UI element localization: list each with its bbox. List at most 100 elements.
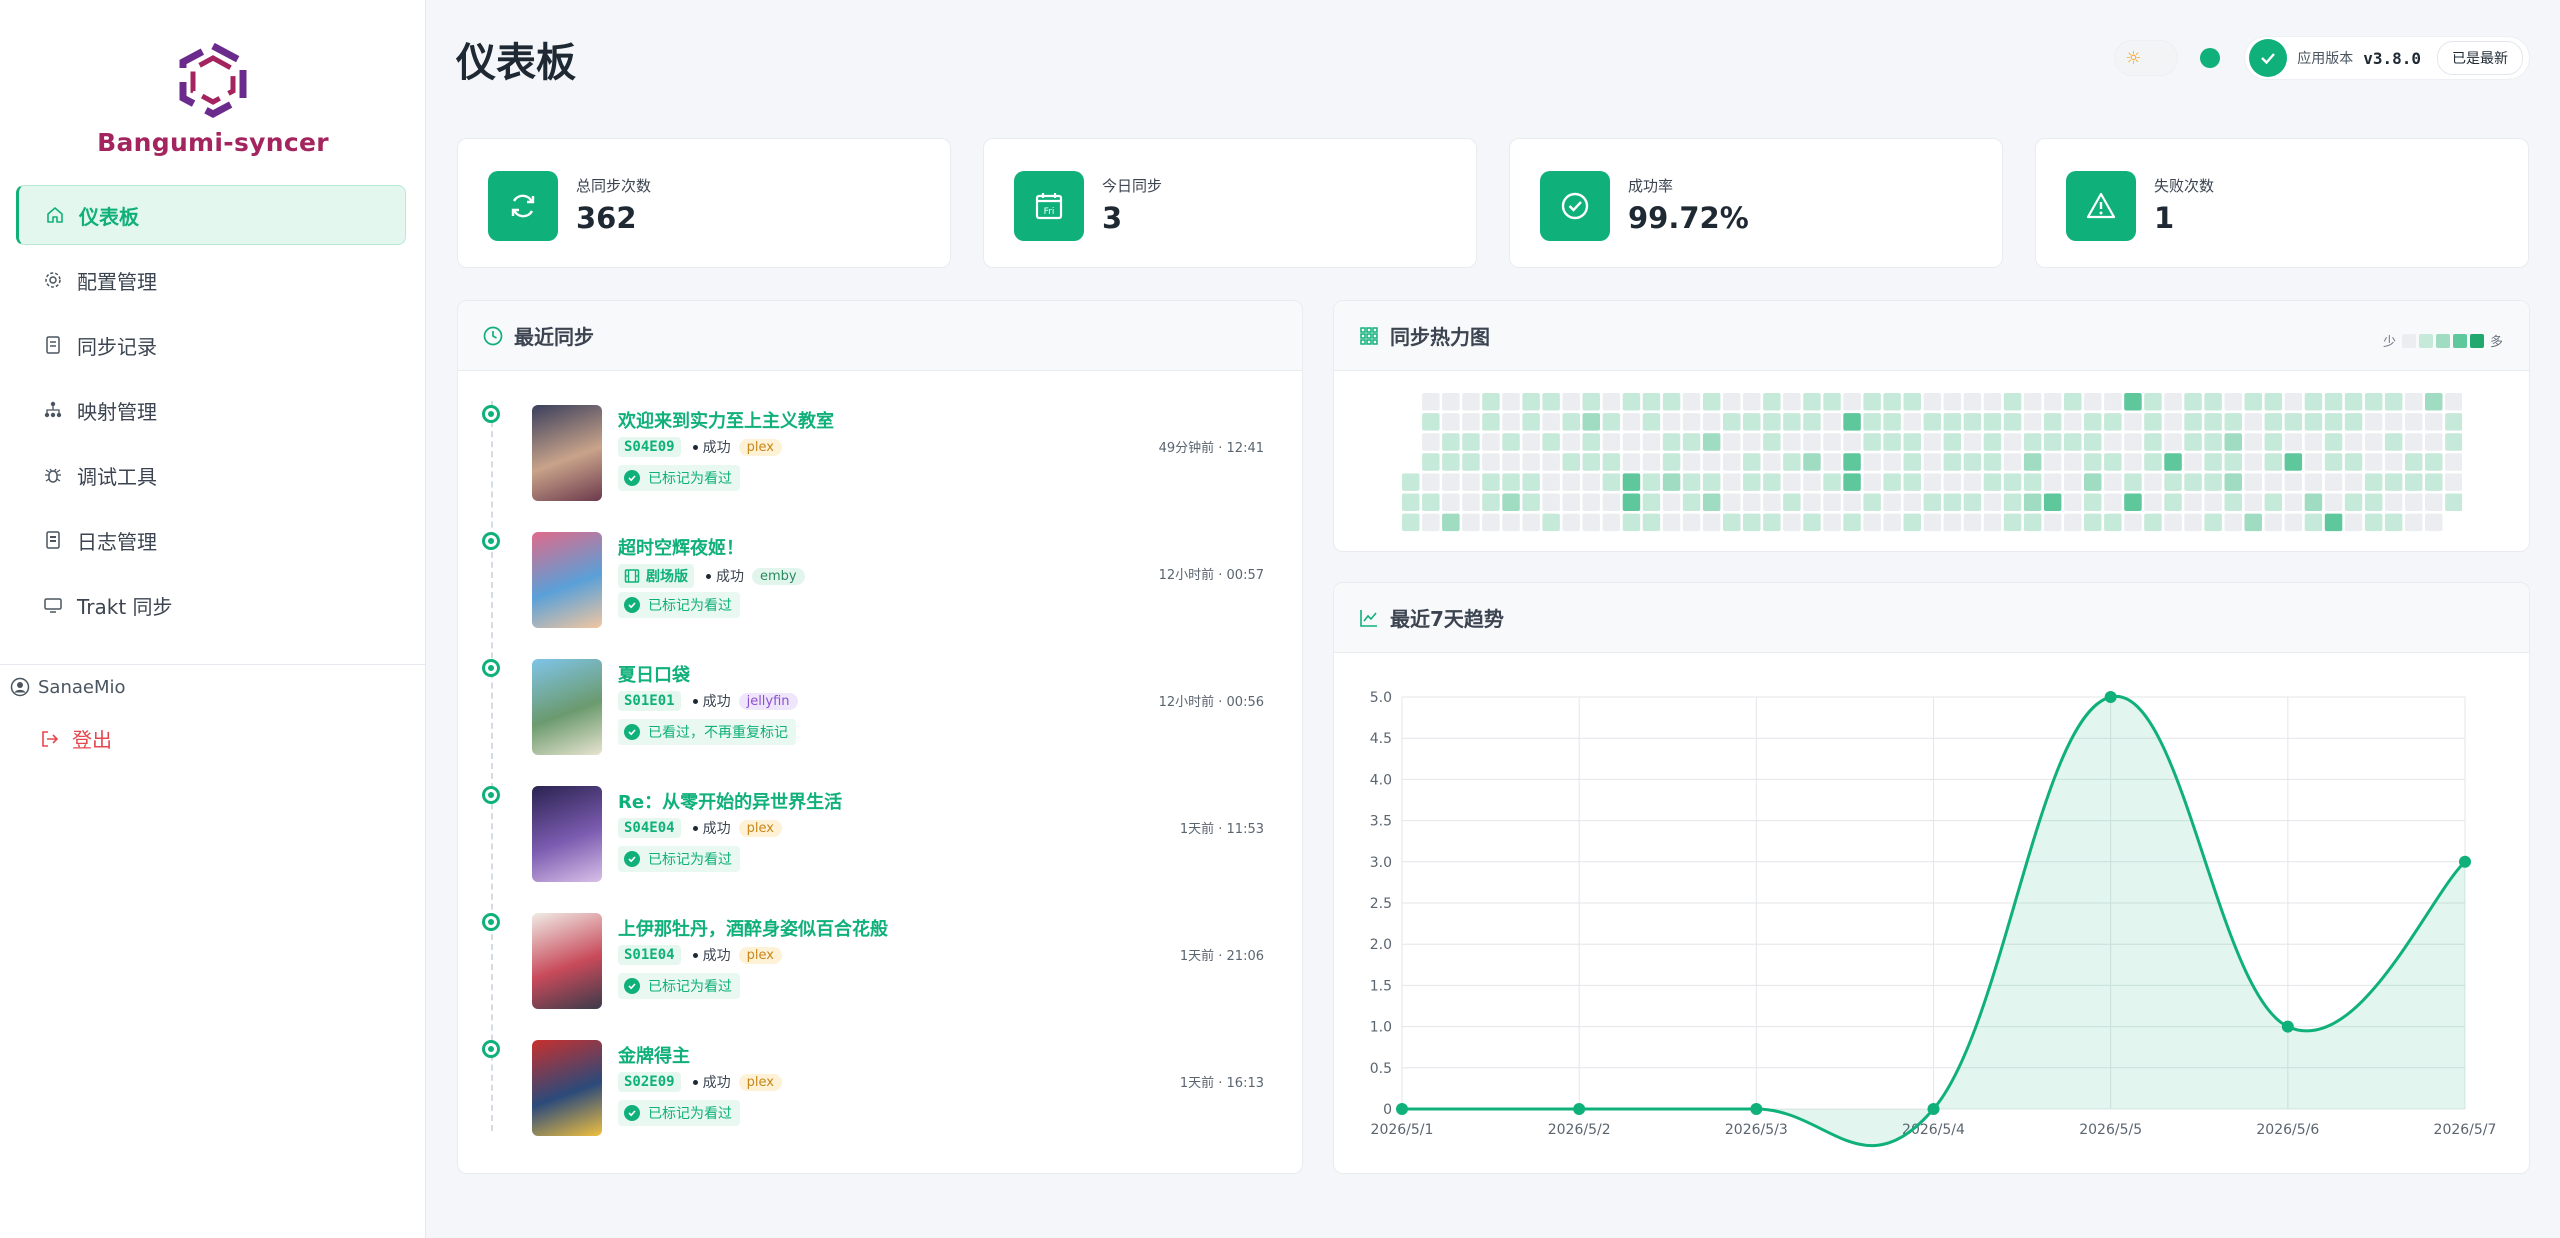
heatmap-cell[interactable] [1743, 493, 1761, 512]
heatmap-cell[interactable] [2043, 433, 2062, 451]
heatmap-cell[interactable] [2184, 413, 2202, 431]
heatmap-cell[interactable] [1843, 433, 1861, 451]
heatmap-cell[interactable] [1522, 493, 1540, 512]
heatmap-cell[interactable] [2144, 493, 2162, 512]
heatmap-cell[interactable] [1602, 493, 1621, 512]
heatmap-cell[interactable] [1502, 493, 1520, 512]
heatmap-cell[interactable] [2043, 453, 2062, 471]
heatmap-cell[interactable] [1943, 433, 1962, 451]
heatmap-cell[interactable] [2324, 513, 2343, 532]
heatmap-cell[interactable] [2043, 513, 2062, 532]
theme-toggle[interactable]: ☼ [2114, 40, 2179, 76]
trend-point[interactable] [2104, 691, 2117, 703]
sync-list-item[interactable]: 金牌得主 S02E09 成功 plex 已标记为看过 1天前 · 16:13 [458, 1040, 1298, 1150]
heatmap-cell[interactable] [2324, 493, 2343, 512]
heatmap-cell[interactable] [1462, 433, 1480, 451]
heatmap-cell[interactable] [1803, 453, 1821, 471]
heatmap-cell[interactable] [2104, 393, 2122, 411]
heatmap-cell[interactable] [2284, 413, 2303, 431]
heatmap-cell[interactable] [1783, 493, 1801, 512]
heatmap-cell[interactable] [1963, 393, 1982, 411]
heatmap-cell[interactable] [1843, 393, 1861, 411]
heatmap-cell[interactable] [1602, 453, 1621, 471]
sidebar-item-config[interactable]: 配置管理 [16, 250, 406, 310]
heatmap-cell[interactable] [1943, 413, 1962, 431]
heatmap-cell[interactable] [2124, 393, 2142, 411]
heatmap-cell[interactable] [1763, 493, 1781, 512]
heatmap-cell[interactable] [1963, 453, 1982, 471]
heatmap-cell[interactable] [2144, 513, 2162, 532]
heatmap-cell[interactable] [2023, 433, 2042, 451]
heatmap-cell[interactable] [1743, 513, 1761, 532]
heatmap-cell[interactable] [1482, 433, 1500, 451]
heatmap-cell[interactable] [2124, 493, 2142, 512]
heatmap-cell[interactable] [1502, 393, 1520, 411]
heatmap-cell[interactable] [2304, 493, 2323, 512]
heatmap-cell[interactable] [1723, 513, 1741, 532]
heatmap-cell[interactable] [1502, 433, 1520, 451]
heatmap-cell[interactable] [1622, 413, 1641, 431]
heatmap-cell[interactable] [1562, 393, 1581, 411]
heatmap-cell[interactable] [2144, 433, 2162, 451]
heatmap-cell[interactable] [2064, 453, 2082, 471]
heatmap-cell[interactable] [1983, 393, 2002, 411]
heatmap-cell[interactable] [1602, 433, 1621, 451]
heatmap-cell[interactable] [1562, 513, 1581, 532]
heatmap-cell[interactable] [1442, 513, 1460, 532]
heatmap-cell[interactable] [1943, 473, 1962, 491]
heatmap-cell[interactable] [1562, 413, 1581, 431]
heatmap-cell[interactable] [2304, 473, 2323, 491]
heatmap-cell[interactable] [2244, 513, 2263, 532]
heatmap-cell[interactable] [1823, 493, 1841, 512]
heatmap-cell[interactable] [1642, 433, 1661, 451]
poster-image[interactable] [532, 532, 602, 628]
heatmap-cell[interactable] [1502, 413, 1520, 431]
heatmap-cell[interactable] [2204, 493, 2222, 512]
heatmap-cell[interactable] [2284, 393, 2303, 411]
heatmap-cell[interactable] [2043, 493, 2062, 512]
heatmap-cell[interactable] [2144, 413, 2162, 431]
heatmap-cell[interactable] [1763, 413, 1781, 431]
sidebar-item-mapping[interactable]: 映射管理 [16, 380, 406, 440]
heatmap-cell[interactable] [1863, 433, 1881, 451]
heatmap-cell[interactable] [2104, 473, 2122, 491]
heatmap-cell[interactable] [2425, 413, 2443, 431]
heatmap-cell[interactable] [2184, 433, 2202, 451]
poster-image[interactable] [532, 659, 602, 755]
heatmap-cell[interactable] [2144, 453, 2162, 471]
heatmap-cell[interactable] [1542, 473, 1560, 491]
heatmap-cell[interactable] [1502, 473, 1520, 491]
heatmap-cell[interactable] [2244, 393, 2263, 411]
heatmap-cell[interactable] [1803, 413, 1821, 431]
heatmap-cell[interactable] [1562, 473, 1581, 491]
heatmap-cell[interactable] [2405, 393, 2423, 411]
heatmap-cell[interactable] [1943, 453, 1962, 471]
sync-list-item[interactable]: 超时空辉夜姬！ 剧场版 成功 emby 已标记为看过 12小时前 · 00:57 [458, 532, 1298, 642]
heatmap-cell[interactable] [1642, 513, 1661, 532]
heatmap-cell[interactable] [2023, 393, 2042, 411]
logout-button[interactable]: 登出 [40, 724, 112, 753]
heatmap-cell[interactable] [2204, 513, 2222, 532]
heatmap-cell[interactable] [2405, 473, 2423, 491]
heatmap-cell[interactable] [1783, 413, 1801, 431]
heatmap-cell[interactable] [1522, 473, 1540, 491]
heatmap-cell[interactable] [1883, 473, 1901, 491]
heatmap-cell[interactable] [1442, 473, 1460, 491]
heatmap-cell[interactable] [1562, 433, 1581, 451]
heatmap-cell[interactable] [2084, 433, 2102, 451]
heatmap-cell[interactable] [1783, 433, 1801, 451]
heatmap-cell[interactable] [2344, 493, 2363, 512]
heatmap-cell[interactable] [1743, 413, 1761, 431]
heatmap-cell[interactable] [1883, 413, 1901, 431]
heatmap-cell[interactable] [2224, 453, 2243, 471]
heatmap-cell[interactable] [1803, 473, 1821, 491]
heatmap-cell[interactable] [1642, 393, 1661, 411]
heatmap-cell[interactable] [1843, 453, 1861, 471]
heatmap-cell[interactable] [2224, 413, 2243, 431]
heatmap-cell[interactable] [1482, 513, 1500, 532]
heatmap-cell[interactable] [1602, 393, 1621, 411]
heatmap-cell[interactable] [1682, 513, 1701, 532]
heatmap-cell[interactable] [1803, 493, 1821, 512]
heatmap-cell[interactable] [1542, 393, 1560, 411]
heatmap-cell[interactable] [2164, 453, 2182, 471]
